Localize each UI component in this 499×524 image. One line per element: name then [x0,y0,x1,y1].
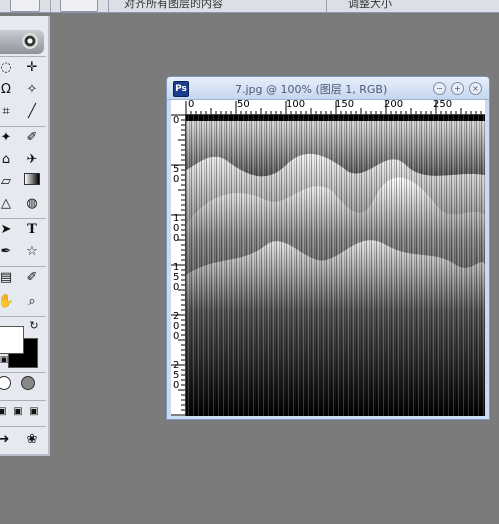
minimize-icon[interactable]: − [433,82,446,95]
type-icon[interactable]: T [22,220,42,240]
ruler-top-label: 200 [384,100,404,110]
ruler-left-label: 1 5 0 [173,262,180,293]
image-content [186,115,485,416]
ruler-top-label: 50 [237,100,250,110]
ruler-left-label: 1 0 0 [173,213,180,244]
standard-mode-icon[interactable] [0,376,14,396]
pen-icon[interactable]: ✒ [0,242,16,262]
slice-icon[interactable]: ╱ [22,102,42,122]
tools-divider [0,266,46,267]
eye-icon [22,33,38,49]
maximize-icon[interactable]: + [451,82,464,95]
eraser-icon[interactable]: ▱ [0,172,16,192]
vertical-ruler[interactable]: 0 5 0 1 0 0 1 5 0 2 0 0 2 5 0 [171,114,186,416]
ruler-top-label: 250 [433,100,453,110]
document-window: Ps 7.jpg @ 100% (图层 1, RGB) − + × 0 50 1… [166,76,490,420]
move-icon[interactable]: ✛ [22,58,42,78]
path-select-icon[interactable]: ➤ [0,220,16,240]
tools-divider [0,400,46,401]
tools-divider [0,56,46,57]
ruler-origin[interactable] [171,100,186,115]
jump-to-imageready-icon[interactable]: ➜ [0,430,14,450]
tools-divider [0,426,46,427]
ruler-left-label: 2 0 0 [173,311,180,342]
photoshop-document-icon: Ps [173,81,189,97]
ruler-left-label: 0 [173,115,180,126]
options-separator [108,0,109,12]
options-label-left[interactable]: 对齐所有图层的内容 [124,0,223,11]
marquee-icon[interactable]: ◌ [0,58,16,78]
close-icon[interactable]: × [469,82,482,95]
gradient-icon[interactable] [22,172,42,192]
ruler-top-label: 150 [335,100,355,110]
ruler-left-label: 2 5 0 [173,360,180,391]
ruler-left-label: 5 0 [173,164,180,185]
ruler-top-label: 0 [188,100,195,110]
tools-palette: ◌ ✛ Ω ✧ ⌗ ╱ ✦ ✐ ⌂ ✈ ▱ △ ◍ ➤ T ✒ ☆ ▤ ✐ ✋ … [0,16,50,456]
imageready-icon[interactable]: ❀ [22,430,42,450]
stamp-icon[interactable]: ⌂ [0,150,16,170]
hand-icon[interactable]: ✋ [0,292,16,312]
options-button-2[interactable] [60,0,98,12]
full-screen-icon[interactable]: ▣ [24,402,44,422]
tools-divider [0,126,46,127]
options-separator [326,0,327,12]
options-separator [50,0,51,12]
document-titlebar[interactable]: Ps 7.jpg @ 100% (图层 1, RGB) − + × [167,77,489,100]
brush-icon[interactable]: ✐ [22,128,42,148]
zoom-icon[interactable]: ⌕ [22,292,42,312]
healing-brush-icon[interactable]: ✦ [0,128,16,148]
crop-icon[interactable]: ⌗ [0,102,16,122]
ruler-top-label: 100 [286,100,306,110]
custom-shape-icon[interactable]: ☆ [22,242,42,262]
swap-colors-icon[interactable]: ↻ [24,316,44,336]
dodge-icon[interactable]: ◍ [22,194,42,214]
quick-mask-mode-icon[interactable] [18,376,38,396]
eyedropper-icon[interactable]: ✐ [22,268,42,288]
history-brush-icon[interactable]: ✈ [22,150,42,170]
tools-divider [0,372,46,373]
options-button-1[interactable] [10,0,40,12]
magic-wand-icon[interactable]: ✧ [22,80,42,100]
photoshop-logo[interactable] [0,30,44,54]
options-bar: 对齐所有图层的内容 调整大小 [0,0,499,13]
horizontal-ruler[interactable]: 0 50 100 150 200 250 [185,100,485,115]
blur-icon[interactable]: △ [0,194,16,214]
lasso-icon[interactable]: Ω [0,80,16,100]
notes-icon[interactable]: ▤ [0,268,16,288]
image-canvas[interactable] [186,115,485,416]
tools-divider [0,218,46,219]
document-title: 7.jpg @ 100% (图层 1, RGB) [235,83,388,96]
options-label-right[interactable]: 调整大小 [348,0,392,11]
default-colors-icon[interactable]: ▣ [0,350,14,370]
